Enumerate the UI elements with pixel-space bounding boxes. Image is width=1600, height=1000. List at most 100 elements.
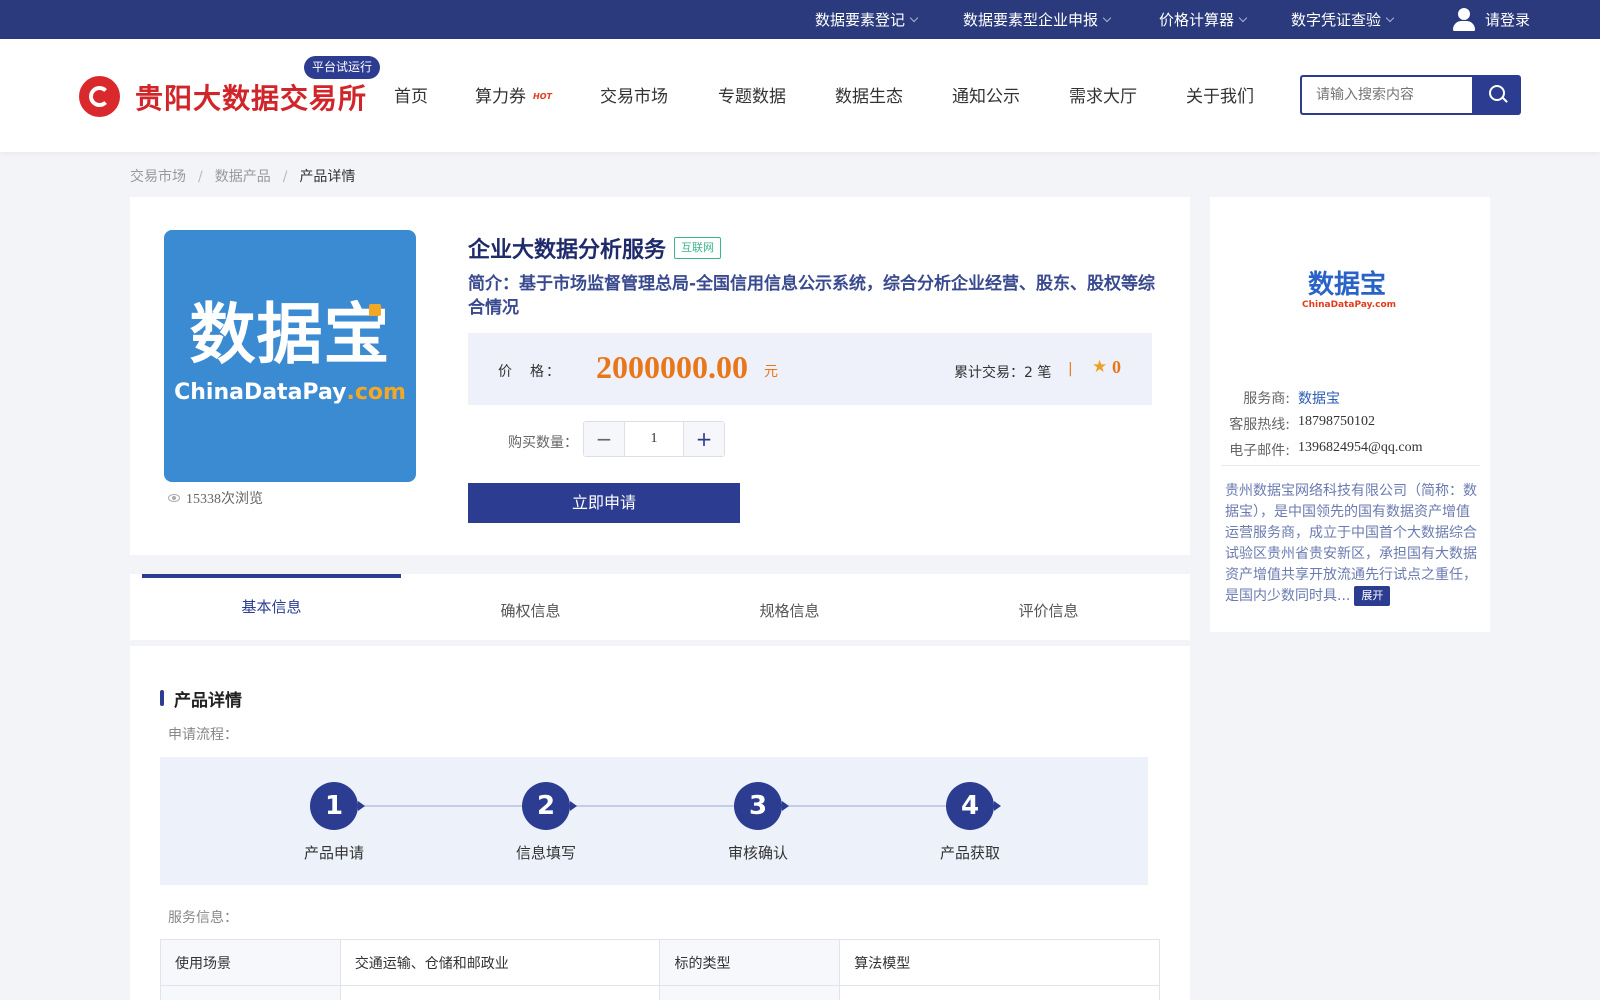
price-divider: | [1068, 361, 1073, 377]
seller-logo-sub: ChinaDataPay.com [1302, 300, 1397, 310]
beta-badge: 平台试运行 [304, 56, 381, 79]
topbar-link-label: 数据要素登记 [815, 11, 906, 29]
quantity-decrease-button[interactable]: − [584, 422, 625, 456]
chevron-down-icon [1102, 13, 1112, 23]
chevron-down-icon [1385, 13, 1395, 23]
rating-value: 0 [1112, 357, 1121, 377]
breadcrumb-current: 产品详情 [299, 169, 356, 185]
service-info-table: 使用场景 交通运输、仓储和邮政业 标的类型 算法模型 [160, 939, 1160, 1000]
tab-spec-info[interactable]: 规格信息 [660, 574, 919, 640]
nav-notices[interactable]: 通知公示 [952, 82, 1020, 107]
nav-compute-voucher[interactable]: 算力券 HOT [475, 82, 552, 107]
tab-basic-info[interactable]: 基本信息 [142, 574, 401, 640]
deal-count: 累计交易：2 笔 [954, 365, 1052, 381]
product-title: 企业大数据分析服务 [468, 238, 667, 263]
topbar-link-voucher-check[interactable]: 数字凭证查验 [1291, 0, 1395, 39]
search-input[interactable] [1302, 77, 1462, 113]
breadcrumb-separator: / [198, 169, 203, 185]
view-count: 15338次浏览 [168, 488, 263, 508]
hot-badge: HOT [533, 92, 552, 101]
topbar-link-data-register[interactable]: 数据要素登记 [815, 0, 919, 39]
nav-home[interactable]: 首页 [394, 82, 428, 107]
topbar-link-label: 数据要素型企业申报 [963, 11, 1099, 29]
top-bar: 数据要素登记 数据要素型企业申报 价格计算器 数字凭证查验 请登录 [0, 0, 1600, 39]
product-image-subtitle-a: ChinaDataPay [174, 380, 347, 405]
step-number: 1 [310, 782, 365, 830]
price-value: 2000000.00 [596, 349, 748, 385]
breadcrumb-market[interactable]: 交易市场 [130, 166, 186, 186]
table-cell-value [339, 985, 661, 1000]
step-label: 产品获取 [939, 844, 1000, 862]
chevron-down-icon [909, 13, 919, 23]
topbar-link-enterprise-declare[interactable]: 数据要素型企业申报 [963, 0, 1112, 39]
view-count-text: 15338次浏览 [186, 492, 263, 507]
nav-demand-hall[interactable]: 需求大厅 [1069, 82, 1137, 107]
nav-market[interactable]: 交易市场 [600, 82, 668, 107]
email-label: 电子邮件: [1229, 443, 1290, 459]
table-cell-key [160, 985, 341, 1000]
step-label: 产品申请 [303, 844, 364, 862]
phone-label: 客服热线: [1229, 417, 1290, 433]
topbar-link-label: 数字凭证查验 [1291, 11, 1382, 29]
table-cell-value: 交通运输、仓储和邮政业 [339, 939, 661, 986]
step-number: 3 [734, 782, 789, 830]
table-cell-value: 算法模型 [839, 939, 1160, 986]
price-box: 价 格： 2000000.00 元 累计交易：2 笔 | ★ 0 [468, 333, 1152, 405]
table-row [160, 985, 1160, 1000]
topbar-link-price-calculator[interactable]: 价格计算器 [1159, 0, 1248, 39]
login-label: 请登录 [1485, 11, 1531, 29]
price-label: 价 格： [498, 364, 562, 380]
seller-logo: 数据宝 ChinaDataPay.com [1302, 270, 1397, 320]
seller-divider [1222, 465, 1480, 466]
table-cell-key: 标的类型 [659, 939, 841, 986]
seller-description: 贵州数据宝网络科技有限公司（简称：数据宝），是中国领先的国有数据资产增值运营服务… [1225, 481, 1479, 607]
exchange-logo-icon[interactable] [79, 76, 120, 117]
expand-button[interactable]: 展开 [1354, 586, 1391, 606]
email-value: 1396824954@qq.com [1298, 440, 1423, 455]
site-logo-text[interactable]: 贵阳大数据交易所 [135, 77, 367, 117]
provider-link[interactable]: 数据宝 [1298, 388, 1340, 408]
nav-topic-data[interactable]: 专题数据 [718, 82, 786, 107]
flow-label: 申请流程： [168, 727, 238, 743]
section-title: 产品详情 [160, 686, 242, 711]
breadcrumb-separator: / [282, 169, 288, 185]
provider-label: 服务商: [1243, 391, 1290, 407]
eye-icon [168, 494, 180, 502]
table-cell-value [839, 985, 1160, 1000]
tab-review-info[interactable]: 评价信息 [919, 574, 1178, 640]
flow-step-3: 3 审核确认 [698, 782, 818, 863]
product-image-subtitle: ChinaDataPay.com [164, 380, 416, 405]
chevron-down-icon [1238, 13, 1248, 23]
phone-value: 18798750102 [1298, 414, 1375, 429]
flow-step-2: 2 信息填写 [486, 782, 606, 863]
flow-connector [360, 805, 960, 807]
flow-step-4: 4 产品获取 [910, 782, 1030, 863]
flow-step-1: 1 产品申请 [274, 782, 394, 863]
detail-tabs: 基本信息 确权信息 规格信息 评价信息 [130, 574, 1190, 640]
step-number: 2 [522, 782, 577, 830]
product-image: 数据宝 ChinaDataPay.com [164, 230, 416, 482]
quantity-increase-button[interactable]: + [683, 422, 724, 456]
login-link[interactable]: 请登录 [1453, 0, 1530, 39]
breadcrumb-data-products[interactable]: 数据产品 [215, 166, 271, 186]
nav-data-ecosystem[interactable]: 数据生态 [835, 82, 903, 107]
topbar-link-label: 价格计算器 [1159, 11, 1235, 29]
table-row: 使用场景 交通运输、仓储和邮政业 标的类型 算法模型 [160, 939, 1160, 986]
table-cell-key [659, 985, 841, 1000]
price-unit: 元 [764, 364, 778, 380]
nav-about-us[interactable]: 关于我们 [1186, 82, 1254, 107]
search-button[interactable] [1472, 75, 1521, 115]
apply-now-button[interactable]: 立即申请 [468, 483, 740, 523]
tab-ownership-info[interactable]: 确权信息 [401, 574, 660, 640]
step-number: 4 [946, 782, 1001, 830]
search-box [1300, 75, 1472, 115]
user-icon [1453, 7, 1475, 32]
breadcrumb: 交易市场 / 数据产品 / 产品详情 [130, 166, 355, 186]
quantity-input[interactable]: 1 [625, 422, 683, 456]
product-image-dot [369, 304, 381, 316]
seller-description-text: 贵州数据宝网络科技有限公司（简称：数据宝），是中国领先的国有数据资产增值运营服务… [1225, 483, 1477, 604]
star-icon: ★ [1092, 357, 1108, 377]
table-cell-key: 使用场景 [160, 939, 341, 986]
service-info-label: 服务信息： [168, 910, 238, 926]
industry-tag: 互联网 [674, 237, 721, 259]
